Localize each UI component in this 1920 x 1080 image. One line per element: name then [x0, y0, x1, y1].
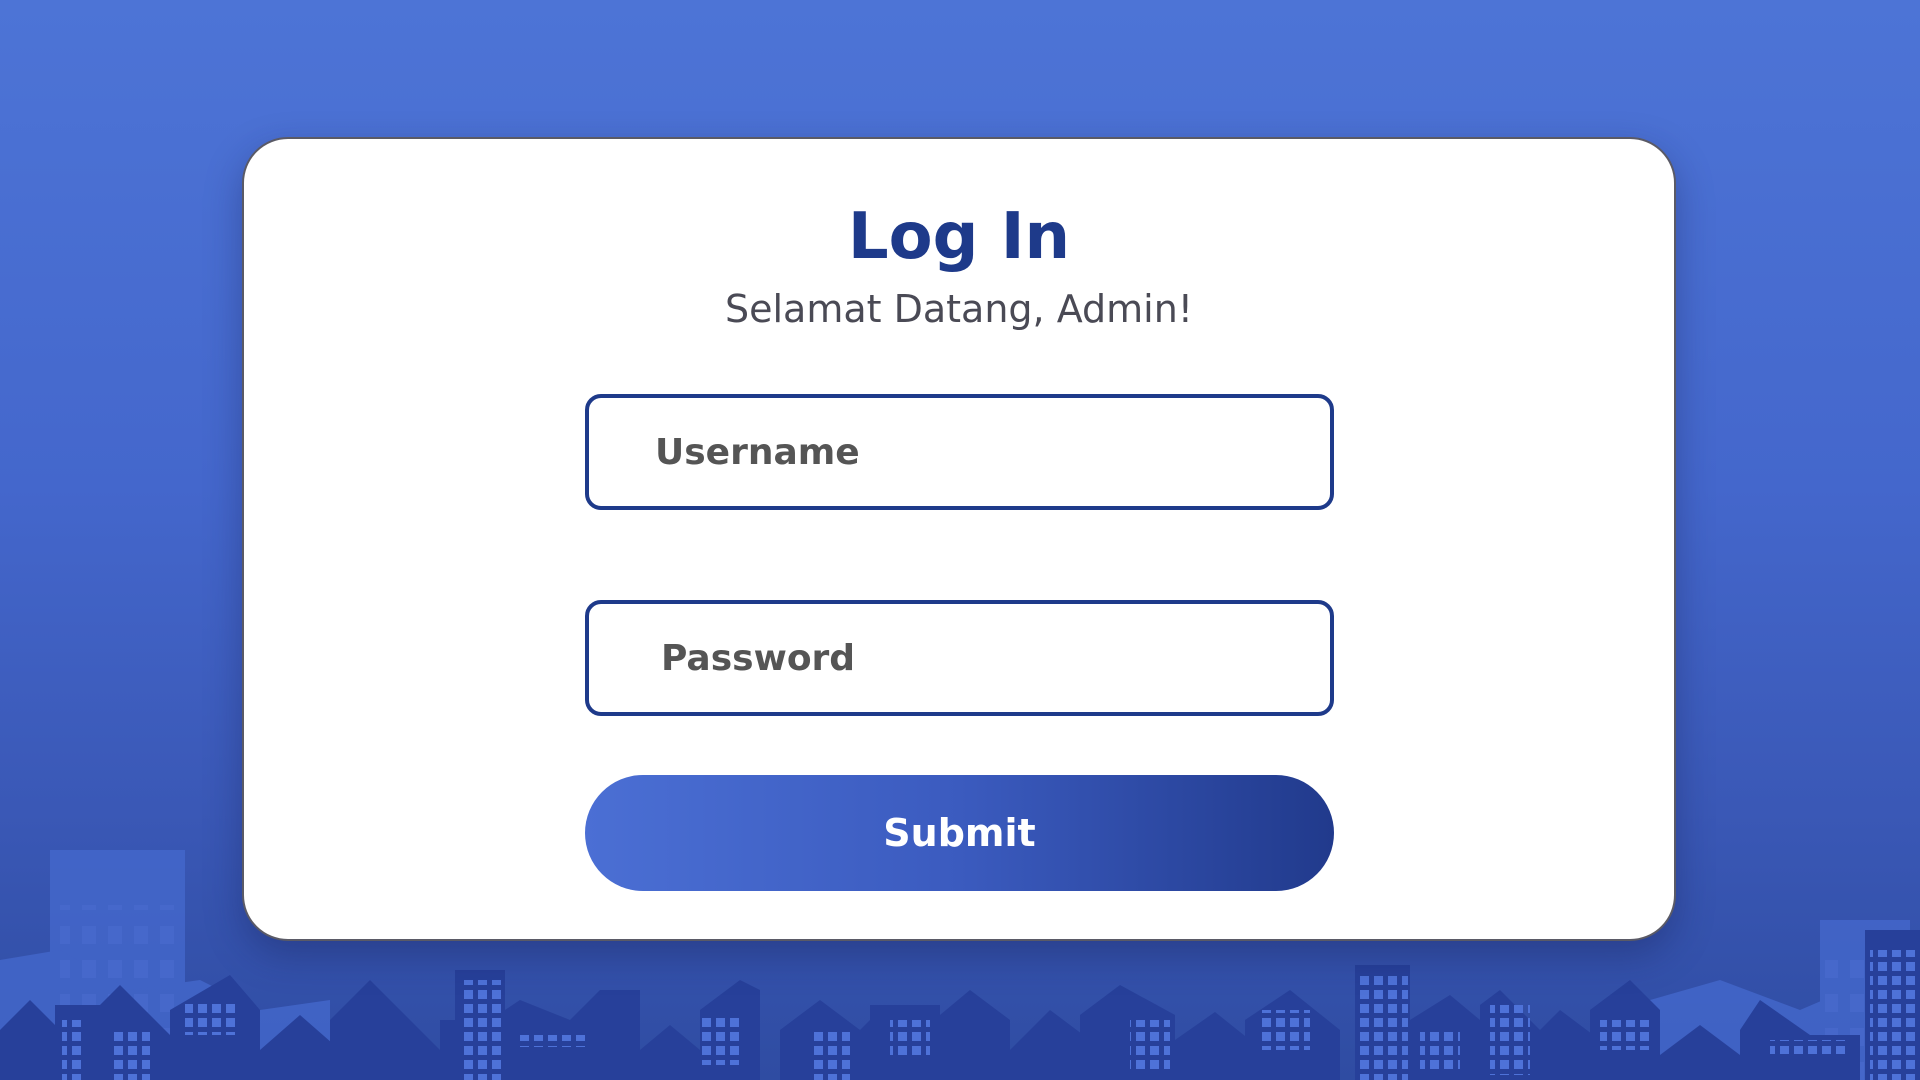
page-title: Log In	[847, 200, 1071, 274]
welcome-subtitle: Selamat Datang, Admin!	[724, 287, 1194, 331]
submit-button[interactable]: Submit	[585, 775, 1334, 891]
password-input[interactable]	[585, 600, 1334, 716]
username-input[interactable]	[585, 394, 1334, 510]
login-card: Log In Selamat Datang, Admin! Submit	[242, 137, 1676, 941]
